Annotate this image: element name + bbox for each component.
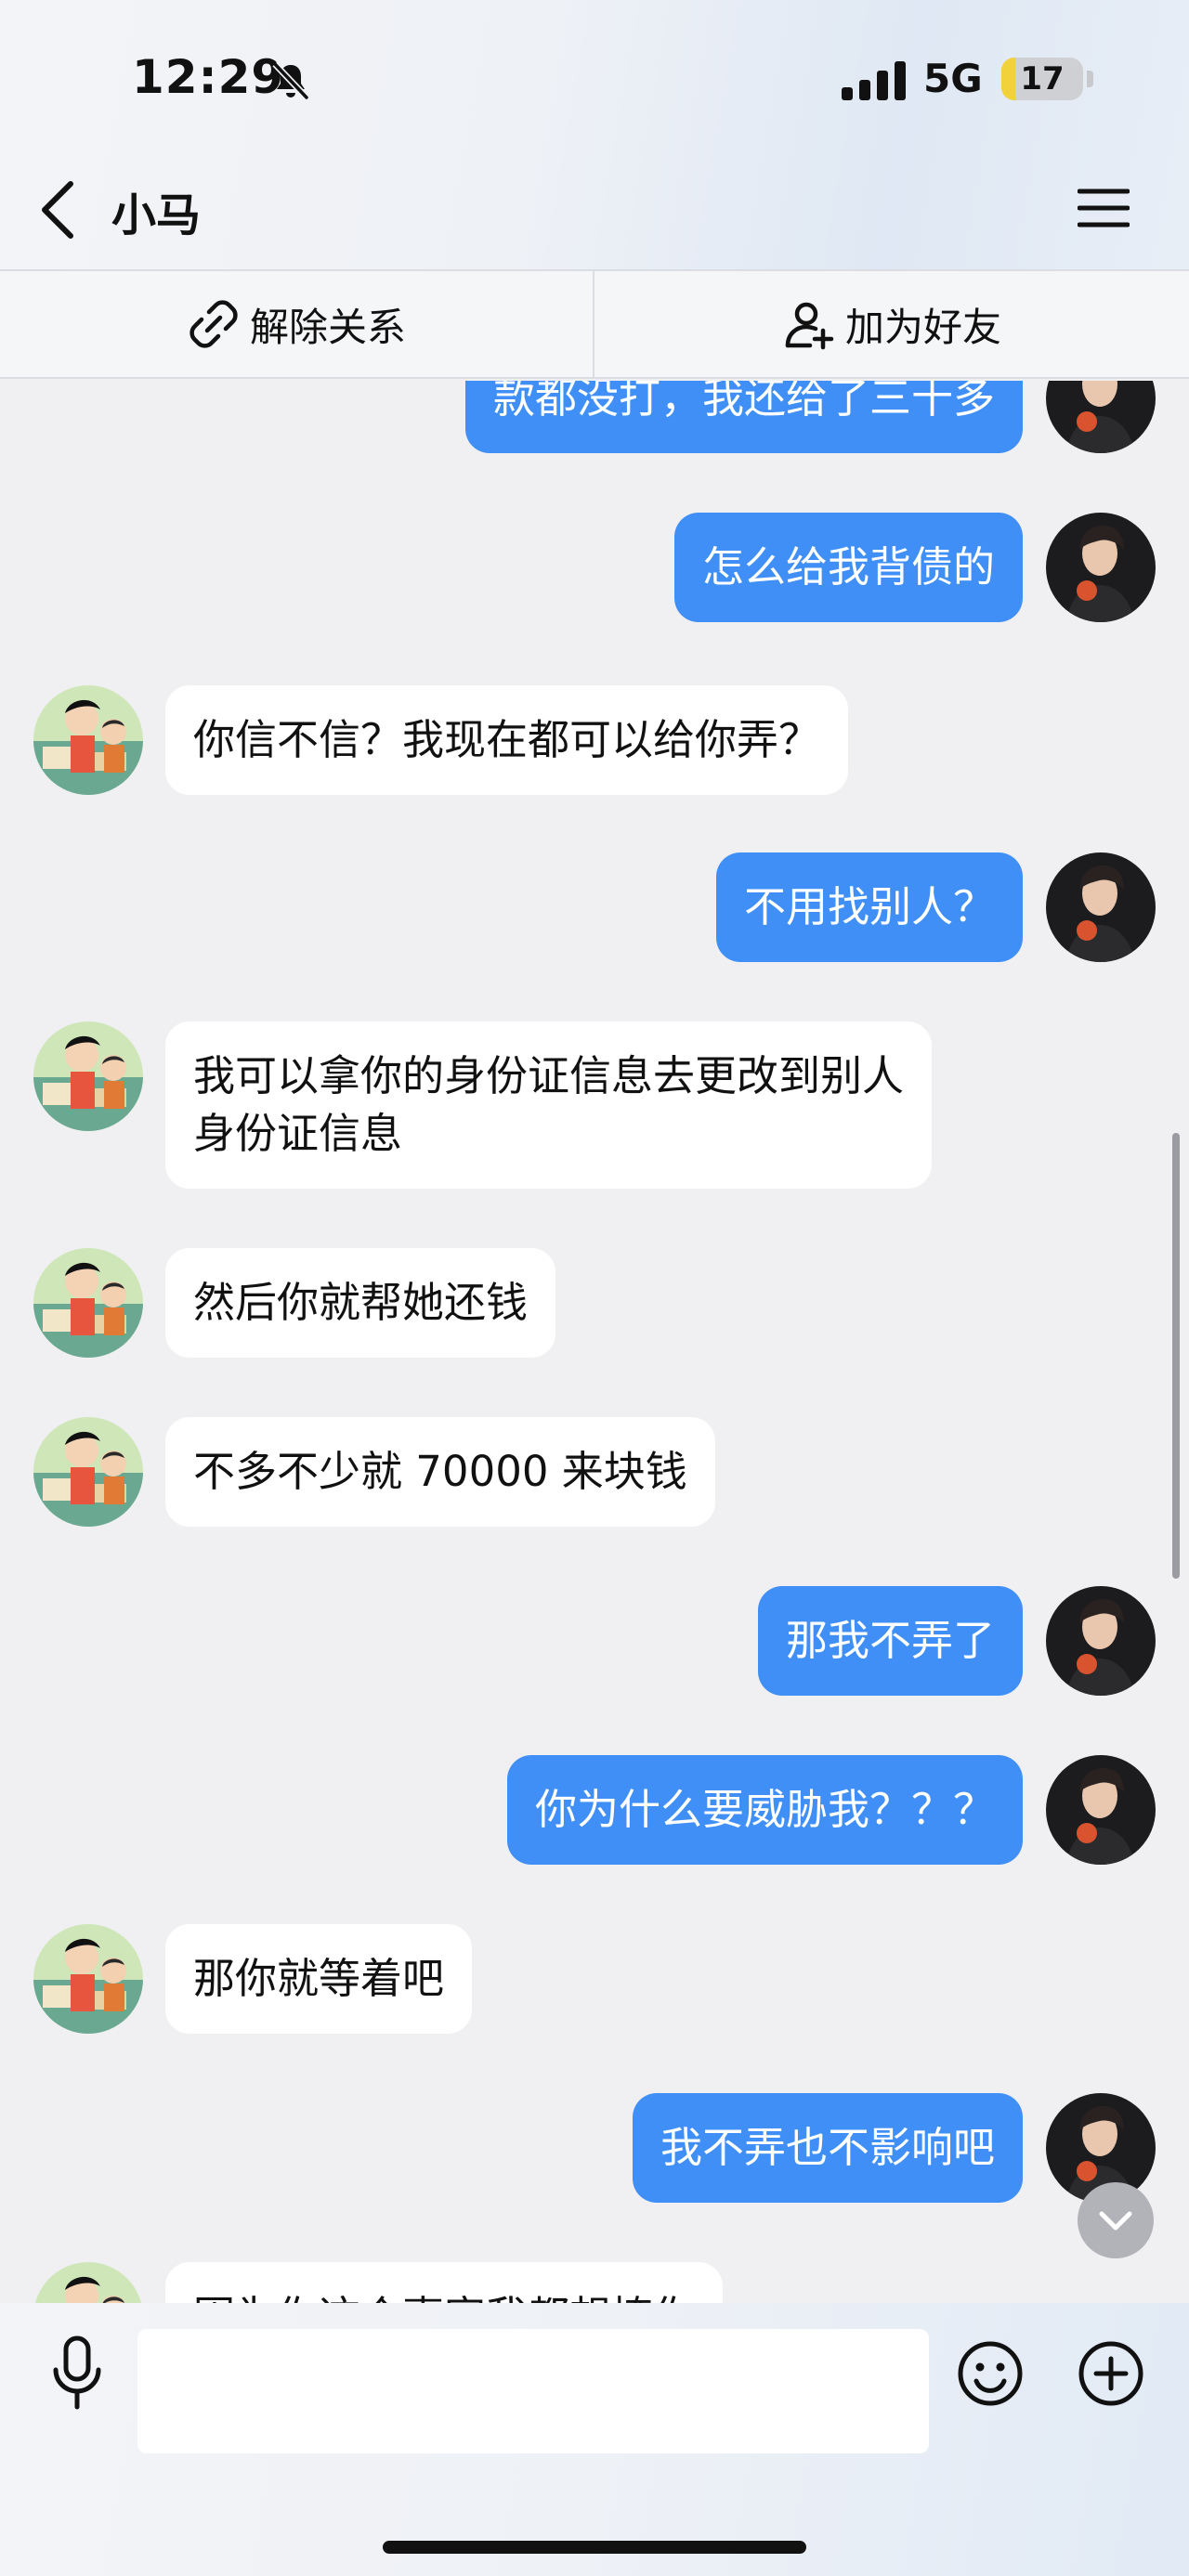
- message-list[interactable]: 款都没打，我还给了三十多 怎么给我背债的 你信不信？我现在都可以给你弄？ 不用找…: [0, 381, 1189, 2303]
- contact-avatar[interactable]: [33, 1021, 143, 1131]
- my-avatar[interactable]: [1046, 1755, 1156, 1865]
- smiley-icon[interactable]: [957, 2340, 1024, 2407]
- message-text: 怎么给我背债的: [701, 542, 995, 592]
- message-text: 你信不信？我现在都可以给你弄？: [193, 715, 821, 764]
- contact-avatar[interactable]: [33, 1248, 143, 1358]
- sent-message-bubble[interactable]: 不用找别人？: [715, 852, 1023, 962]
- received-message-bubble[interactable]: 我可以拿你的身份证信息去更改到别人 身份证信息: [165, 1021, 933, 1189]
- my-avatar[interactable]: [1046, 1586, 1156, 1696]
- message-text: 不多不少就 70000 来块钱: [193, 1447, 687, 1496]
- sent-message-bubble[interactable]: 怎么给我背债的: [673, 513, 1023, 622]
- contact-avatar[interactable]: [33, 2262, 143, 2303]
- add-friend-label: 加为好友: [844, 304, 1001, 350]
- message-text-line: 我可以拿你的身份证信息去更改到别人: [193, 1051, 905, 1100]
- sent-message-bubble[interactable]: 款都没打，我还给了三十多: [464, 381, 1023, 453]
- my-avatar[interactable]: [1046, 513, 1156, 622]
- sent-message-bubble[interactable]: 你为什么要威胁我？？？: [506, 1755, 1023, 1865]
- received-message-bubble[interactable]: 因为你这个事害我都想撩你: [165, 2262, 724, 2303]
- add-friend-button[interactable]: 加为好友: [594, 271, 1189, 377]
- received-message-bubble[interactable]: 那你就等着吧: [165, 1924, 473, 2034]
- relationship-action-bar: 解除关系 加为好友: [0, 269, 1189, 379]
- message-text: 不用找别人？: [743, 882, 995, 931]
- unlink-button[interactable]: 解除关系: [0, 271, 594, 377]
- message-text: 那我不弄了: [785, 1616, 995, 1665]
- message-input[interactable]: [137, 2329, 929, 2453]
- chevron-down-icon: [1099, 2211, 1132, 2231]
- status-time: 12:29: [132, 50, 285, 104]
- chat-scrollbar[interactable]: [1172, 1133, 1180, 1579]
- contact-avatar[interactable]: [33, 685, 143, 795]
- bell-muted-icon: [272, 61, 309, 100]
- chevron-left-icon[interactable]: [35, 176, 82, 243]
- my-avatar[interactable]: [1046, 852, 1156, 962]
- message-text: 款都没打，我还给了三十多: [492, 381, 995, 423]
- message-text: 我不弄也不影响吧: [660, 2123, 995, 2172]
- chat-title: 小马: [111, 189, 202, 241]
- message-text: 你为什么要威胁我？？？: [534, 1785, 995, 1834]
- sent-message-bubble[interactable]: 那我不弄了: [757, 1586, 1023, 1696]
- top-header: 12:29 5G 17 小马: [0, 0, 1189, 269]
- unlink-label: 解除关系: [249, 304, 406, 350]
- received-message-bubble[interactable]: 然后你就帮她还钱: [165, 1248, 556, 1358]
- home-indicator[interactable]: [383, 2541, 806, 2554]
- hamburger-menu-icon[interactable]: [1078, 186, 1130, 230]
- my-avatar[interactable]: [1046, 381, 1156, 453]
- unlink-icon: [189, 300, 238, 348]
- add-user-icon: [785, 302, 834, 350]
- battery-tip: [1087, 71, 1093, 87]
- microphone-icon[interactable]: [45, 2331, 110, 2414]
- cellular-signal-icon: [842, 61, 906, 100]
- battery-level: 17: [1020, 60, 1065, 98]
- network-type: 5G: [923, 56, 983, 101]
- message-text: 因为你这个事害我都想撩你: [193, 2292, 695, 2303]
- message-text: 然后你就帮她还钱: [193, 1278, 529, 1327]
- message-input-bar: [0, 2303, 1189, 2576]
- contact-avatar[interactable]: [33, 1924, 143, 2034]
- message-text: 那你就等着吧: [193, 1954, 445, 2003]
- scroll-to-bottom-button[interactable]: [1078, 2182, 1154, 2258]
- received-message-bubble[interactable]: 不多不少就 70000 来块钱: [165, 1417, 715, 1527]
- battery-indicator: 17: [1001, 58, 1083, 100]
- received-message-bubble[interactable]: 你信不信？我现在都可以给你弄？: [165, 685, 849, 795]
- contact-avatar[interactable]: [33, 1417, 143, 1527]
- plus-circle-icon[interactable]: [1078, 2340, 1144, 2407]
- message-text-line: 身份证信息: [193, 1109, 403, 1158]
- status-bar: 12:29 5G 17: [0, 0, 1189, 158]
- sent-message-bubble[interactable]: 我不弄也不影响吧: [632, 2093, 1023, 2203]
